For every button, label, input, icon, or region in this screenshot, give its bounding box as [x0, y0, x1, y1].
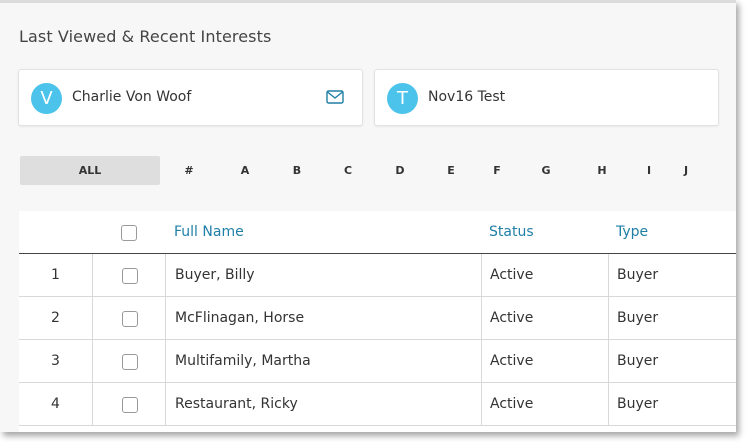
filter-letter-h[interactable]: H [592, 156, 612, 185]
filter-letter-hash[interactable]: # [179, 156, 199, 185]
row-select [92, 340, 165, 382]
contacts-panel: Last Viewed & Recent Interests V Charlie… [0, 0, 736, 432]
header-select [92, 211, 165, 253]
row-type: Buyer [608, 297, 736, 339]
recent-card-nov16[interactable]: T Nov16 Test [374, 69, 719, 126]
row-number: 1 [51, 267, 60, 283]
filter-letter-d[interactable]: D [390, 156, 410, 185]
row-type: Buyer [608, 254, 736, 296]
row-number: 3 [51, 353, 60, 369]
select-all-checkbox[interactable] [121, 225, 137, 241]
recent-card-name[interactable]: Charlie Von Woof [72, 89, 191, 105]
row-select [92, 254, 165, 296]
section-title: Last Viewed & Recent Interests [19, 27, 272, 46]
row-checkbox[interactable] [122, 354, 138, 370]
row-checkbox[interactable] [122, 268, 138, 284]
row-full-name[interactable]: McFlinagan, Horse [165, 297, 481, 339]
header-type[interactable]: Type [608, 211, 736, 253]
row-status: Active [481, 340, 608, 382]
recent-card-name[interactable]: Nov16 Test [428, 89, 505, 105]
row-select [92, 297, 165, 339]
recent-card-charlie[interactable]: V Charlie Von Woof [18, 69, 363, 126]
row-checkbox[interactable] [122, 397, 138, 413]
header-full-name[interactable]: Full Name [165, 211, 481, 253]
row-select [92, 383, 165, 425]
table-row[interactable]: 4 Restaurant, Ricky Active Buyer [19, 383, 736, 426]
row-number: 4 [51, 396, 60, 412]
filter-all-button[interactable]: ALL [20, 156, 160, 185]
avatar: T [387, 83, 418, 114]
header-number [19, 211, 92, 253]
filter-letter-b[interactable]: B [287, 156, 307, 185]
row-status: Active [481, 383, 608, 425]
header-status[interactable]: Status [481, 211, 608, 253]
row-full-name[interactable]: Multifamily, Martha [165, 340, 481, 382]
filter-letter-c[interactable]: C [338, 156, 358, 185]
filter-letter-j[interactable]: J [676, 156, 696, 185]
table-row[interactable]: 3 Multifamily, Martha Active Buyer [19, 340, 736, 383]
row-type: Buyer [608, 340, 736, 382]
filter-letter-a[interactable]: A [235, 156, 255, 185]
table-row[interactable]: 1 Buyer, Billy Active Buyer [19, 254, 736, 297]
filter-letter-g[interactable]: G [536, 156, 556, 185]
row-status: Active [481, 297, 608, 339]
table-row[interactable]: 2 McFlinagan, Horse Active Buyer [19, 297, 736, 340]
avatar: V [31, 83, 62, 114]
contacts-table: Full Name Status Type 1 Buyer, Billy Act… [19, 211, 736, 432]
filter-letter-f[interactable]: F [487, 156, 507, 185]
mail-icon[interactable] [326, 90, 344, 104]
row-status: Active [481, 254, 608, 296]
row-full-name[interactable]: Buyer, Billy [165, 254, 481, 296]
row-full-name[interactable]: Restaurant, Ricky [165, 383, 481, 425]
row-checkbox[interactable] [122, 311, 138, 327]
row-number: 2 [51, 310, 60, 326]
row-type: Buyer [608, 383, 736, 425]
filter-letter-e[interactable]: E [441, 156, 461, 185]
alphabet-filter: ALL # A B C D E F G H I J [20, 156, 736, 186]
table-header: Full Name Status Type [19, 211, 736, 254]
filter-letter-i[interactable]: I [639, 156, 659, 185]
